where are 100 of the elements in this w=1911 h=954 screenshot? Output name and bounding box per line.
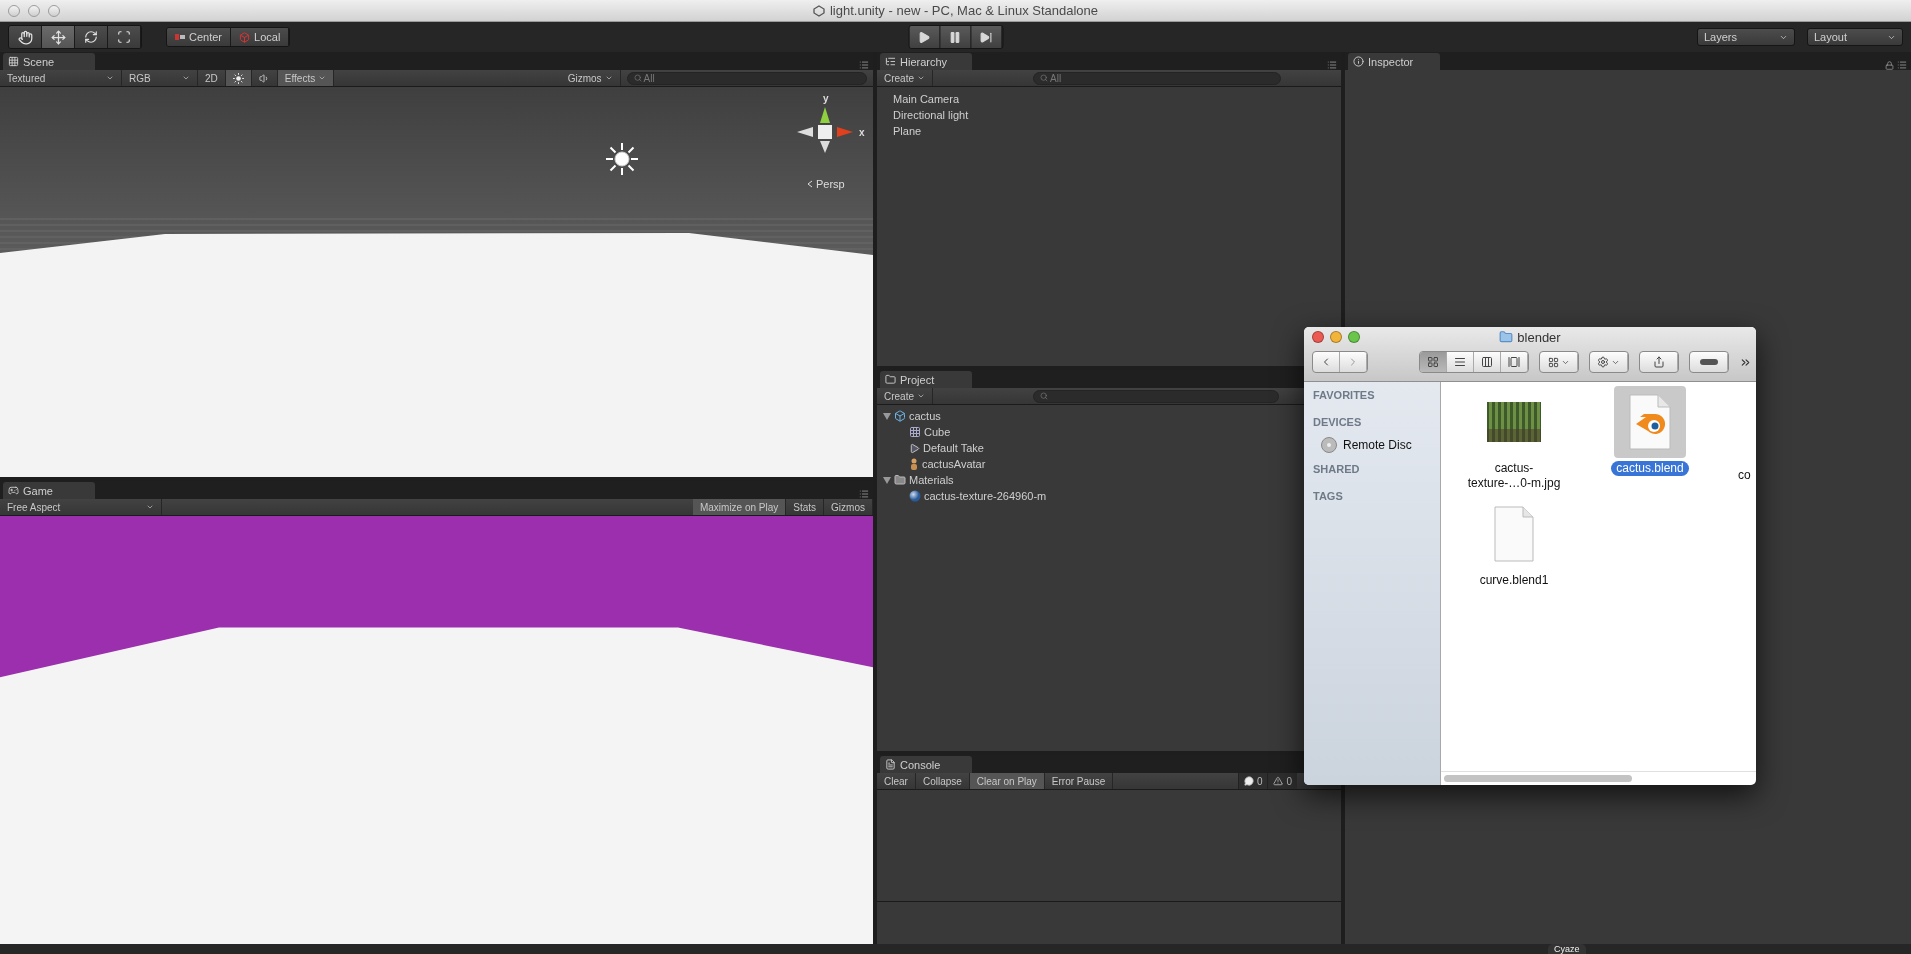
- light-icon: [604, 141, 640, 177]
- caret-icon: [604, 74, 613, 82]
- project-item-label: Cube: [924, 426, 951, 438]
- share-icon: [1652, 356, 1665, 368]
- blender-file-icon: [1628, 394, 1672, 450]
- pivot-button[interactable]: Local: [231, 28, 290, 46]
- scene-tab[interactable]: Scene: [3, 53, 95, 70]
- projection-label[interactable]: Persp: [806, 178, 845, 190]
- playback-button[interactable]: [940, 26, 971, 48]
- game-view-toggle[interactable]: Stats: [786, 499, 825, 515]
- sidebar-heading: SHARED: [1313, 463, 1361, 477]
- window-title: light.unity - new - PC, Mac & Linux Standalone: [829, 3, 1099, 18]
- gizmos-dropdown[interactable]: Gizmos: [560, 70, 621, 86]
- view-mode-button[interactable]: [1420, 352, 1447, 372]
- mesh-icon: [909, 426, 921, 438]
- window-control[interactable]: [28, 4, 40, 17]
- effects-dropdown[interactable]: Effects: [277, 70, 335, 86]
- material-sphere-icon: [909, 490, 921, 502]
- aspect-dropdown[interactable]: Free Aspect: [0, 499, 162, 515]
- caret-icon: [146, 503, 154, 511]
- 2d-toggle[interactable]: 2D: [198, 70, 226, 86]
- scrollbar-thumb[interactable]: [1444, 775, 1632, 782]
- project-tab[interactable]: Project: [880, 371, 972, 388]
- sidebar-item[interactable]: Remote Disc: [1313, 435, 1440, 455]
- project-item[interactable]: Cube: [877, 424, 951, 440]
- sidebar-heading: DEVICES: [1313, 416, 1363, 430]
- console-tab[interactable]: Console: [880, 756, 972, 773]
- caret-icon: [917, 74, 925, 82]
- console-toggle[interactable]: Collapse: [915, 773, 970, 789]
- close-button[interactable]: [1312, 331, 1324, 343]
- console-icon: [885, 759, 896, 770]
- tool-button[interactable]: [9, 26, 42, 48]
- tool-button[interactable]: [75, 26, 108, 48]
- console-toggle[interactable]: Clear: [877, 773, 916, 789]
- file-item[interactable]: cactus- texture-…0-m.jpg: [1449, 386, 1579, 498]
- warning-icon: [1273, 776, 1284, 786]
- grid-icon: [1547, 356, 1559, 368]
- hierarchy-item[interactable]: Main Camera: [893, 91, 1341, 107]
- lighting-toggle[interactable]: [225, 70, 252, 86]
- pivot-icon: [175, 33, 185, 41]
- cube-icon: [239, 31, 251, 43]
- file-item[interactable]: co: [1721, 386, 1753, 498]
- document-icon: [1494, 506, 1534, 562]
- color-mode-dropdown[interactable]: RGB: [122, 70, 198, 86]
- playback-button[interactable]: [971, 26, 1002, 48]
- hierarchy-tab[interactable]: Hierarchy: [880, 53, 972, 70]
- panel-menu-icon[interactable]: [1327, 60, 1337, 70]
- game-tab[interactable]: Game: [3, 482, 95, 499]
- console-toggle[interactable]: Error Pause: [1044, 773, 1114, 789]
- console-toggle[interactable]: Clear on Play: [969, 773, 1045, 789]
- game-view-toggle[interactable]: Maximize on Play: [692, 499, 787, 515]
- search-field[interactable]: [1033, 389, 1279, 403]
- file-item[interactable]: cactus.blend: [1585, 386, 1715, 498]
- project-item[interactable]: cactusAvatar: [877, 456, 986, 472]
- panel-menu-icon[interactable]: [1897, 60, 1907, 70]
- step-icon: [979, 30, 993, 44]
- column-view-icon: [1481, 356, 1493, 368]
- create-dropdown[interactable]: Create: [877, 388, 933, 404]
- dock-label: Cyaze: [1548, 944, 1586, 954]
- lock-icon[interactable]: [1885, 60, 1894, 70]
- settings-icon: [1597, 356, 1609, 368]
- error-count[interactable]: 0: [1237, 773, 1268, 789]
- model-icon: [894, 410, 906, 422]
- warning-count[interactable]: 0: [1267, 773, 1297, 789]
- cover-flow-icon: [1508, 356, 1520, 368]
- expand-arrow-icon[interactable]: [883, 412, 891, 420]
- zoom-button[interactable]: [1348, 331, 1360, 343]
- tool-button[interactable]: [42, 26, 75, 48]
- file-item[interactable]: curve.blend1: [1449, 498, 1579, 610]
- list-view-icon: [1454, 356, 1466, 368]
- layers-dropdown[interactable]: Layers: [1697, 28, 1795, 46]
- animation-icon: [909, 442, 920, 454]
- layout-dropdown[interactable]: Layout: [1807, 28, 1903, 46]
- window-control[interactable]: [48, 4, 60, 17]
- speaker-icon: [258, 72, 270, 84]
- minimize-button[interactable]: [1330, 331, 1342, 343]
- project-item[interactable]: cactus: [877, 408, 941, 424]
- project-item-label: cactus-texture-264960-m: [924, 490, 1047, 502]
- pivot-button[interactable]: Center: [167, 28, 232, 46]
- project-item[interactable]: cactus-texture-264960-m: [877, 488, 1047, 504]
- caret-icon: [106, 74, 114, 82]
- project-item[interactable]: Materials: [877, 472, 954, 488]
- playback-button[interactable]: [909, 26, 940, 48]
- tool-button[interactable]: [108, 26, 141, 48]
- hierarchy-item[interactable]: Directional light: [893, 107, 1341, 123]
- project-item-label: cactusAvatar: [922, 458, 986, 470]
- render-mode-dropdown[interactable]: Textured: [0, 70, 122, 86]
- game-view-toggle[interactable]: Gizmos: [824, 499, 873, 515]
- inspector-tab[interactable]: Inspector: [1348, 53, 1440, 70]
- panel-menu-icon[interactable]: [859, 489, 869, 499]
- hierarchy-item[interactable]: Plane: [893, 123, 1341, 139]
- folder-icon: [885, 374, 896, 385]
- search-icon: [1040, 74, 1048, 82]
- window-control[interactable]: [8, 4, 20, 17]
- file-name: co: [1737, 468, 1752, 483]
- folder-icon: [894, 474, 906, 486]
- create-dropdown[interactable]: Create: [877, 70, 933, 86]
- file-name: cactus- texture-…0-m.jpg: [1466, 461, 1562, 491]
- project-item[interactable]: Default Take: [877, 440, 984, 456]
- panel-menu-icon[interactable]: [859, 60, 869, 70]
